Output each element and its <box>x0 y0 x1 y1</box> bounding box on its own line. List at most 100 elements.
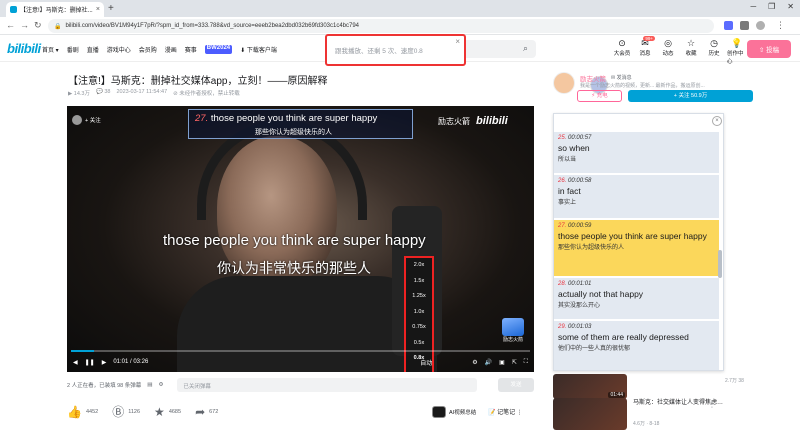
speed-option[interactable]: 0.75x <box>406 320 432 336</box>
send-message-link[interactable]: ✉ 发消息 <box>611 74 632 81</box>
like-icon: 👍 <box>67 404 82 419</box>
transcript-item[interactable]: 29. 00:01:03 some of them are really depr… <box>554 321 719 370</box>
transcript-timestamp: 25. 00:00:57 <box>558 135 592 141</box>
nav-manga[interactable]: 漫画 <box>165 45 177 54</box>
restore-icon[interactable]: ❐ <box>768 2 775 11</box>
search-clear-icon[interactable]: × <box>455 37 460 46</box>
subtitle-index: 27. <box>195 113 209 124</box>
related-meta: 4.6万 · 8-18 <box>633 421 660 427</box>
transcript-close-icon[interactable]: × <box>712 116 722 126</box>
volume-icon[interactable]: 🔊 <box>485 359 492 366</box>
notes-button[interactable]: 📝 记笔记 ⋮ <box>488 407 523 416</box>
share-icon: ➦ <box>195 404 206 419</box>
nav-game[interactable]: 游戏中心 <box>107 45 131 54</box>
uploader-overlay[interactable]: + 关注 <box>72 115 101 125</box>
danmaku-send-button[interactable]: 发送 <box>498 378 534 392</box>
charge-button[interactable]: ⚡ 充电 <box>577 90 622 102</box>
lock-icon: 🔒 <box>54 23 62 30</box>
related-thumb[interactable]: 01:44 <box>553 374 627 399</box>
upload-button[interactable]: ⇧ 投稿 <box>747 40 791 58</box>
prev-icon[interactable]: ◀ <box>73 359 78 366</box>
browser-menu-icon[interactable]: ⋮ <box>776 20 785 31</box>
forward-icon[interactable]: → <box>20 20 29 30</box>
fullscreen-icon[interactable]: ⛶ <box>524 359 528 366</box>
window-controls: ─ ❐ ✕ <box>750 2 794 11</box>
nav-live[interactable]: 直播 <box>87 45 99 54</box>
tab-close-icon[interactable]: × <box>96 6 100 13</box>
danmaku-toggle-icon[interactable]: ▤ <box>147 382 152 388</box>
progress-bar[interactable] <box>71 350 530 352</box>
speed-option[interactable]: 1.5x <box>406 274 432 290</box>
nav-esports[interactable]: 赛事 <box>185 45 197 54</box>
nav-event-badge[interactable]: BW2024 <box>204 45 233 54</box>
follow-overlay[interactable]: + 关注 <box>85 116 101 124</box>
transcript-item[interactable]: 27. 00:00:59 those people you think are s… <box>554 220 719 277</box>
widescreen-icon[interactable]: ⇱ <box>512 359 517 366</box>
video-player[interactable]: + 关注 27. those people you think are supe… <box>67 106 534 372</box>
follow-button[interactable]: + 关注 50.9万 <box>628 90 753 102</box>
speed-option[interactable]: 1.25x <box>406 289 432 305</box>
url-text: bilibili.com/video/BV1M94y1F7pR/?spm_id_… <box>65 23 360 29</box>
danmaku-input[interactable]: 已关闭弹幕 <box>177 378 478 392</box>
tab-title: 【注意!】马斯克：删掉社... <box>20 8 93 14</box>
nav-download[interactable]: ⬇ 下载客户端 <box>240 45 277 54</box>
uploader-avatar-large[interactable] <box>553 72 575 94</box>
dynamics-button[interactable]: ◎ 动态 <box>658 38 678 65</box>
pip-icon[interactable]: ▣ <box>499 359 505 366</box>
minimize-icon[interactable]: ─ <box>750 2 756 11</box>
extensions-puzzle-icon[interactable] <box>740 21 749 30</box>
ai-summary-button[interactable]: AI视频总结 <box>432 406 476 418</box>
related-thumb[interactable] <box>553 398 627 430</box>
settings-icon[interactable]: ⚙ <box>472 359 477 366</box>
transcript-chinese: 那些你认为超级快乐的人 <box>558 245 625 251</box>
transcript-item[interactable]: 28. 00:01:01 actually not that happy 其实没那么… <box>554 278 719 320</box>
vip-icon: ⊙ <box>618 38 626 48</box>
transcript-item[interactable]: 26. 00:00:58 in fact 事实上 <box>554 175 719 219</box>
danmaku-settings-icon[interactable]: ⚙ <box>158 382 163 388</box>
favorite-button[interactable]: ★ 4685 <box>154 405 181 419</box>
next-icon[interactable]: ▶ <box>102 359 107 366</box>
close-window-icon[interactable]: ✕ <box>787 2 794 11</box>
creator-center-button[interactable]: 💡 创作中心 <box>727 38 747 65</box>
url-field[interactable]: 🔒 bilibili.com/video/BV1M94y1F7pR/?spm_i… <box>48 19 714 33</box>
transcript-item[interactable]: 25. 00:00:57 so when 所以当 <box>554 132 719 174</box>
profile-icon[interactable] <box>756 21 765 30</box>
vip-button[interactable]: ⊙ 大会员 <box>612 38 632 65</box>
robot-icon <box>432 406 446 418</box>
search-input[interactable]: 跟我播放、还剩 5 次、速度0.8 × <box>325 34 466 66</box>
message-badge: 99+ <box>643 36 655 41</box>
back-icon[interactable]: ← <box>6 20 15 30</box>
quality-button[interactable]: 自动 <box>420 358 432 367</box>
watermark: 励志火箭 bilibili <box>438 115 508 127</box>
main-nav: 首页 ▾ 番剧 直播 游戏中心 会员购 漫画 赛事 BW2024 ⬇ 下载客户端 <box>42 45 277 54</box>
extension-icon[interactable] <box>724 21 733 30</box>
coin-button[interactable]: Ⓑ 1126 <box>112 403 140 420</box>
like-button[interactable]: 👍 4452 <box>67 405 98 419</box>
history-icon: ◷ <box>710 38 718 48</box>
speed-option[interactable]: 0.5x <box>406 336 432 352</box>
more-options-icon[interactable]: ⋮ <box>708 400 716 409</box>
time-display: 01:01 / 03:26 <box>113 359 149 365</box>
share-button[interactable]: ➦ 672 <box>195 405 218 419</box>
brand-label: 励志火箭 <box>502 337 523 343</box>
transcript-timestamp: 28. 00:01:01 <box>558 281 592 287</box>
speed-option[interactable]: 1.0x <box>406 305 432 321</box>
speed-option[interactable]: 2.0x <box>406 258 432 274</box>
subtitle-top-en: those people you think are super happy <box>210 113 378 124</box>
browser-tab[interactable]: 【注意!】马斯克：删掉社... × <box>6 2 104 17</box>
nav-home[interactable]: 首页 ▾ <box>42 45 59 54</box>
reload-icon[interactable]: ↻ <box>34 20 42 31</box>
favorites-button[interactable]: ☆ 收藏 <box>681 38 701 65</box>
history-button[interactable]: ◷ 历史 <box>704 38 724 65</box>
new-tab-icon[interactable]: + <box>108 3 114 14</box>
bilibili-logo[interactable]: bilibili <box>7 41 41 56</box>
video-title: 【注意!】马斯克：删掉社交媒体app，立刻！——原因解释 <box>68 76 328 87</box>
transcript-scrollbar[interactable] <box>718 250 722 278</box>
pause-icon[interactable]: ❚❚ <box>85 359 95 366</box>
nav-shop[interactable]: 会员购 <box>139 45 157 54</box>
browser-tab-bar: 【注意!】马斯克：删掉社... × + ─ ❐ ✕ <box>0 0 800 17</box>
related-title[interactable]: 马斯克：社交媒体让人变得焦虑… <box>633 399 743 407</box>
messages-button[interactable]: 99+ ✉ 消息 <box>635 36 655 65</box>
search-icon[interactable]: ⌕ <box>523 43 528 54</box>
nav-anime[interactable]: 番剧 <box>67 45 79 54</box>
